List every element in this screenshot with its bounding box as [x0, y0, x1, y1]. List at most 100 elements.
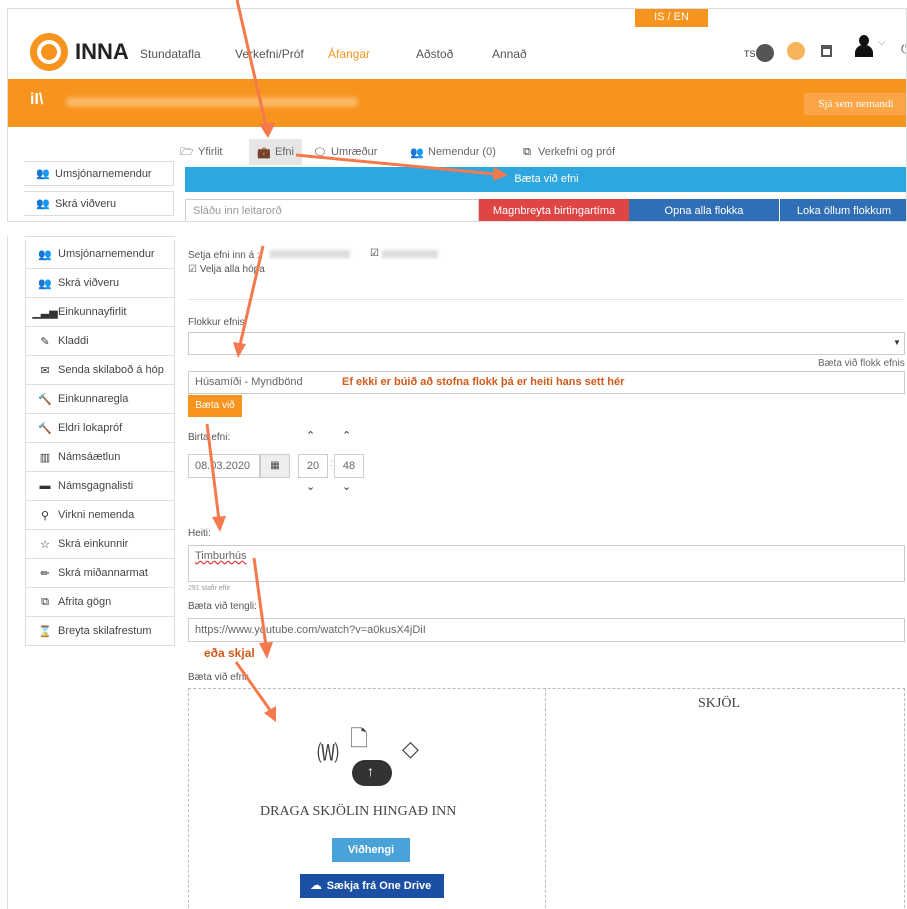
sidebar-item[interactable]: 🔨 Eldri lokapróf: [25, 414, 175, 443]
users-icon: 👥: [38, 277, 52, 290]
minute-input[interactable]: 48: [334, 454, 364, 478]
dropzone-divider: [545, 688, 546, 909]
coin-icon[interactable]: [787, 42, 805, 60]
ts-label: TS: [744, 49, 756, 59]
pencil-icon: ✏: [40, 567, 50, 580]
sidebar-item[interactable]: ⚲ Virkni nemenda: [25, 501, 175, 530]
chevron-down-icon[interactable]: ⌵: [878, 37, 886, 48]
bulk-edit-button[interactable]: Magnbreyta birtingartíma: [479, 199, 629, 221]
language-switch[interactable]: IS / EN: [635, 9, 708, 27]
select-all-groups[interactable]: ☑ Velja alla hópa: [188, 264, 265, 275]
search-icon: ⚲: [40, 509, 50, 522]
close-all-button[interactable]: Loka öllum flokkum: [779, 199, 906, 221]
tab-efni[interactable]: 💼 Efni: [249, 139, 302, 165]
category-label: Flokkur efnis: [188, 317, 245, 328]
user-icon[interactable]: [855, 35, 873, 57]
tab-verkefni[interactable]: ⧉ Verkefni og próf: [520, 139, 615, 165]
sidebar-label: Breyta skilafrestum: [58, 625, 152, 637]
nav-afangar[interactable]: Áfangar: [328, 47, 370, 61]
date-input[interactable]: 08.03.2020: [188, 454, 260, 478]
add-content-bar[interactable]: Bæta við efni: [185, 167, 906, 192]
add-category-button[interactable]: Bæta við: [188, 395, 242, 417]
nav-adstod[interactable]: Aðstoð: [416, 47, 453, 61]
title-label: Heiti:: [188, 528, 211, 539]
sidebar-label: Kladdi: [58, 335, 89, 347]
nav-annad[interactable]: Annað: [492, 47, 527, 61]
publish-label: Birta efni:: [188, 432, 231, 443]
drop-text: DRAGA SKJÖLIN HINGAÐ INN: [260, 804, 457, 819]
gavel-icon: 🔨: [38, 393, 52, 406]
map-icon: ▥: [39, 451, 51, 464]
sidebar-item[interactable]: ☆ Skrá einkunnir: [25, 530, 175, 559]
file-label: Bæta við efni:: [188, 672, 250, 683]
tab-label: Yfirlit: [198, 146, 223, 158]
sidebar-label: Námsáætlun: [58, 451, 121, 463]
divider: [188, 299, 905, 300]
tab-nemendur[interactable]: 👥 Nemendur (0): [410, 139, 496, 165]
sidebar-item[interactable]: 🔨 Einkunnaregla: [25, 385, 175, 414]
category-select[interactable]: [188, 332, 905, 355]
minute-up-icon[interactable]: ⌃: [342, 429, 351, 442]
or-file-annotation: eða skjal: [204, 646, 255, 660]
hour-input[interactable]: 20: [298, 454, 328, 478]
signal-icon: ▁▃▅: [32, 306, 58, 319]
sidebar-item[interactable]: ▥ Námsáætlun: [25, 443, 175, 472]
sidebar-item[interactable]: ⧉ Afrita gögn: [25, 588, 175, 617]
select-all-label: Velja alla hópa: [199, 264, 265, 275]
building-icon[interactable]: [756, 44, 774, 62]
copy-icon: ⧉: [523, 145, 531, 158]
sidebar-item[interactable]: ▬ Námsgagnalisti: [25, 472, 175, 501]
sidebar-item[interactable]: ✎ Kladdi: [25, 327, 175, 356]
sidebar-item[interactable]: ▁▃▅ Einkunnayfirlit: [25, 298, 175, 327]
hour-up-icon[interactable]: ⌃: [306, 429, 315, 442]
copy-icon: ⧉: [41, 595, 49, 608]
users-icon: 👥: [36, 198, 50, 210]
tab-label: Verkefni og próf: [538, 146, 616, 158]
bottom-frame: 👥 Umsjónarnemendur 👥 Skrá viðveru ▁▃▅ Einku…: [7, 236, 907, 909]
sidebar-label: Afrita gögn: [58, 596, 112, 608]
tab-label: Umræður: [331, 146, 378, 158]
annotation-text: Ef ekki er búið að stofna flokk þá er he…: [342, 376, 625, 388]
sidebar-item[interactable]: ✉ Senda skilaboð á hóp: [25, 356, 175, 385]
gavel-icon: 🔨: [38, 422, 52, 435]
hourglass-icon: ⌛: [38, 625, 52, 638]
calendar-icon[interactable]: [821, 45, 832, 57]
setja-label: Setja efni inn á :: [188, 250, 260, 261]
hour-down-icon[interactable]: ⌄: [306, 480, 315, 493]
users-icon: 👥: [410, 146, 424, 159]
top-side-skra[interactable]: 👥 Skrá viðveru: [24, 191, 174, 216]
calendar-icon[interactable]: ▦: [260, 454, 290, 478]
pdf-icon: 🗋: [350, 726, 368, 751]
nav-verkefni[interactable]: Verkefni/Próf: [235, 47, 304, 61]
folder-icon: 🗁: [180, 145, 194, 158]
power-icon[interactable]: ⏻: [901, 41, 906, 57]
attach-button[interactable]: Viðhengi: [332, 838, 410, 862]
sidebar-item[interactable]: ✏ Skrá miðannarmat: [25, 559, 175, 588]
tab-yfirlit[interactable]: 🗁 Yfirlit: [180, 139, 222, 165]
envelope-icon: ✉: [40, 364, 50, 377]
tab-umraedur[interactable]: 🗨 Umræður: [313, 139, 377, 165]
file-dropzone[interactable]: [188, 688, 905, 909]
sidebar-item[interactable]: 👥 Skrá viðveru: [25, 269, 175, 298]
star-icon: ☆: [40, 538, 50, 551]
users-icon: 👥: [36, 168, 50, 180]
title-textarea[interactable]: Timburhús: [188, 545, 905, 582]
sidebar-item[interactable]: 👥 Umsjónarnemendur: [25, 240, 175, 269]
nav-stundatafla[interactable]: Stundatafla: [140, 47, 201, 61]
link-input[interactable]: https://www.youtube.com/watch?v=a0kusX4j…: [188, 618, 905, 642]
group-blurred: [270, 250, 350, 258]
sidebar-item[interactable]: ⌛ Breyta skilafrestum: [25, 617, 175, 646]
sidebar-label: Námsgagnalisti: [58, 480, 134, 492]
open-all-button[interactable]: Opna alla flokka: [629, 199, 779, 221]
group-checkbox[interactable]: ☑: [370, 248, 379, 259]
sidebar-label: Umsjónarnemendur: [58, 248, 155, 260]
top-side-umsjon[interactable]: 👥 Umsjónarnemendur: [24, 161, 174, 186]
add-category-link[interactable]: Bæta við flokk efnis: [818, 358, 905, 369]
search-input[interactable]: Sláðu inn leitarorð: [185, 199, 479, 221]
minute-down-icon[interactable]: ⌄: [342, 480, 351, 493]
book-icon: ▬: [39, 480, 51, 492]
view-as-student-button[interactable]: Sjá sem nemandi: [804, 93, 906, 115]
comments-icon: 🗨: [313, 146, 327, 159]
sidebar-label: Senda skilaboð á hóp: [58, 364, 164, 376]
sidebar-label: Virkni nemenda: [58, 509, 135, 521]
